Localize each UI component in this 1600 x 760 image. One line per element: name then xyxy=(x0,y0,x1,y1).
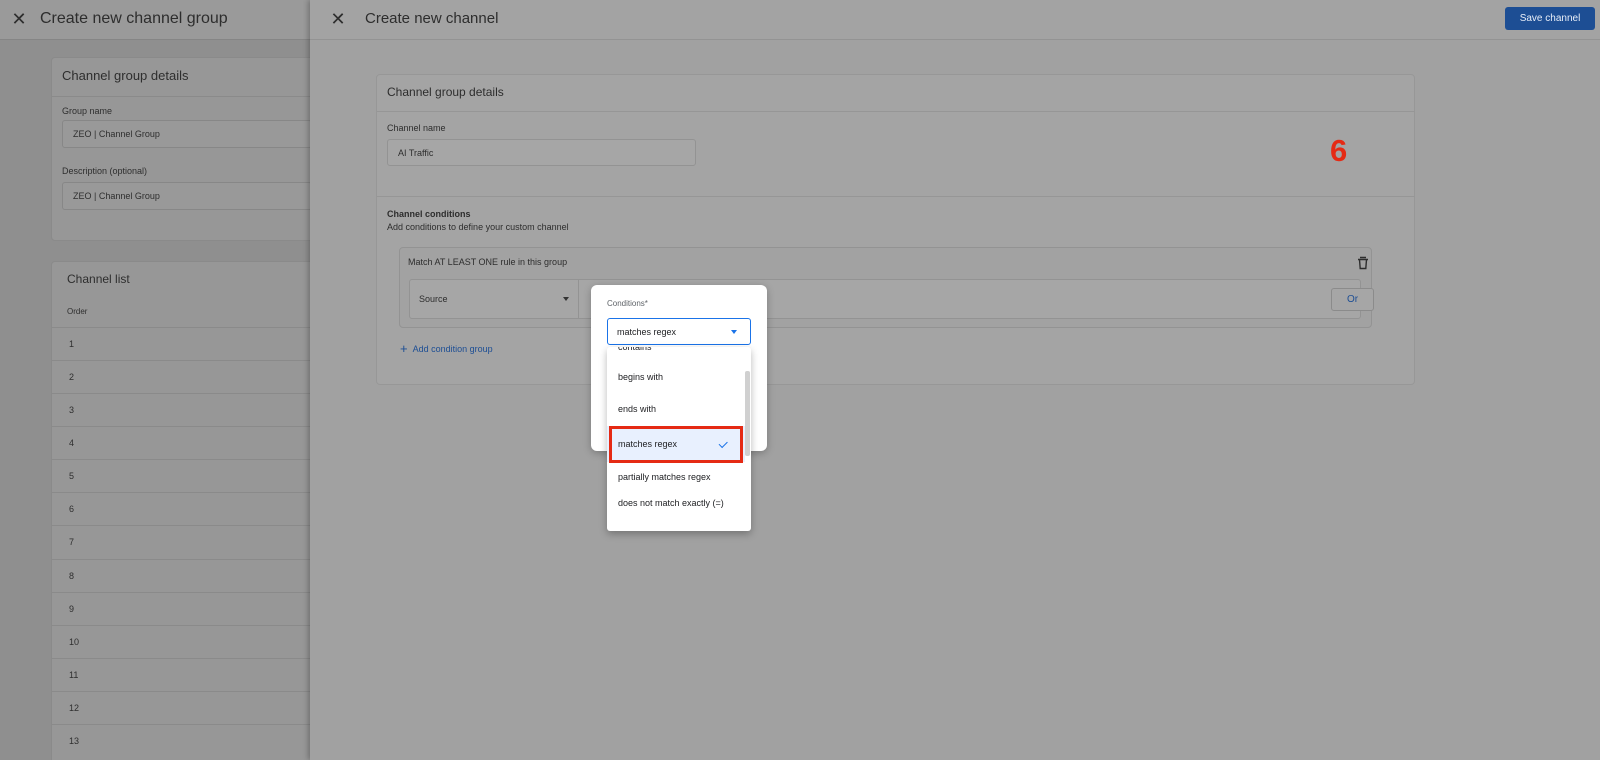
add-condition-group-button[interactable]: + Add condition group xyxy=(400,341,493,356)
table-row[interactable]: 1 xyxy=(51,327,310,360)
create-channel-panel: ✕ Create new channel Save channel Channe… xyxy=(310,0,1600,760)
add-condition-group-label: Add condition group xyxy=(412,344,493,354)
table-row[interactable]: 12 xyxy=(51,691,310,724)
create-channel-title: Create new channel xyxy=(365,10,499,27)
group-details-card xyxy=(51,57,310,241)
channel-group-title: Create new channel group xyxy=(40,10,228,27)
divider xyxy=(377,196,1415,197)
order-column-header: Order xyxy=(67,307,88,316)
group-details-title: Channel group details xyxy=(62,68,189,83)
table-row[interactable]: 6 xyxy=(51,492,310,525)
or-button[interactable]: Or xyxy=(1331,288,1374,311)
group-name-input[interactable]: ZEO | Channel Group xyxy=(62,120,310,148)
option-partially-matches-regex[interactable]: partially matches regex xyxy=(607,462,745,492)
trash-icon[interactable] xyxy=(1355,255,1371,271)
option-contains[interactable]: contains xyxy=(607,347,745,361)
divider xyxy=(377,111,1415,112)
save-channel-button[interactable]: Save channel xyxy=(1505,7,1595,30)
dropdown-scrollbar[interactable] xyxy=(745,371,750,456)
description-label: Description (optional) xyxy=(62,166,148,176)
table-row[interactable]: 10 xyxy=(51,625,310,658)
channel-list-title: Channel list xyxy=(67,272,130,286)
option-begins-with[interactable]: begins with xyxy=(607,361,745,393)
channel-group-panel: ✕ Create new channel group Channel group… xyxy=(0,0,310,760)
table-row[interactable]: 4 xyxy=(51,426,310,459)
dimension-select[interactable]: Source xyxy=(409,279,579,319)
channel-name-label: Channel name xyxy=(387,123,446,133)
channel-conditions-title: Channel conditions xyxy=(387,209,471,219)
create-channel-header xyxy=(310,0,1600,40)
option-does-not-match-exactly[interactable]: does not match exactly (=) xyxy=(607,494,745,528)
table-row[interactable]: 13 xyxy=(51,724,310,757)
divider xyxy=(51,96,310,97)
close-icon[interactable]: ✕ xyxy=(8,8,30,30)
description-input[interactable]: ZEO | Channel Group xyxy=(62,182,310,210)
table-row[interactable]: 7 xyxy=(51,525,310,558)
conditions-select[interactable]: matches regex xyxy=(607,318,751,345)
step-annotation: 6 xyxy=(1330,133,1348,168)
table-row[interactable]: 8 xyxy=(51,559,310,592)
table-row[interactable]: 9 xyxy=(51,592,310,625)
option-ends-with[interactable]: ends with xyxy=(607,393,745,425)
close-icon[interactable]: ✕ xyxy=(327,8,349,30)
annotation-highlight-box xyxy=(609,426,743,463)
match-rule-text: Match AT LEAST ONE rule in this group xyxy=(408,257,568,267)
conditions-label: Conditions* xyxy=(607,299,648,308)
dropdown-arrow-icon[interactable] xyxy=(731,330,737,334)
channel-name-input[interactable]: AI Traffic xyxy=(387,139,696,166)
group-name-label: Group name xyxy=(62,106,113,116)
table-row[interactable]: 5 xyxy=(51,459,310,492)
dropdown-arrow-icon[interactable] xyxy=(563,297,569,301)
channel-details-title: Channel group details xyxy=(387,85,504,99)
table-row[interactable]: 3 xyxy=(51,393,310,426)
table-row[interactable]: 11 xyxy=(51,658,310,691)
plus-icon: + xyxy=(400,341,408,356)
channel-conditions-subtitle: Add conditions to define your custom cha… xyxy=(387,222,569,232)
table-row[interactable]: 2 xyxy=(51,360,310,393)
